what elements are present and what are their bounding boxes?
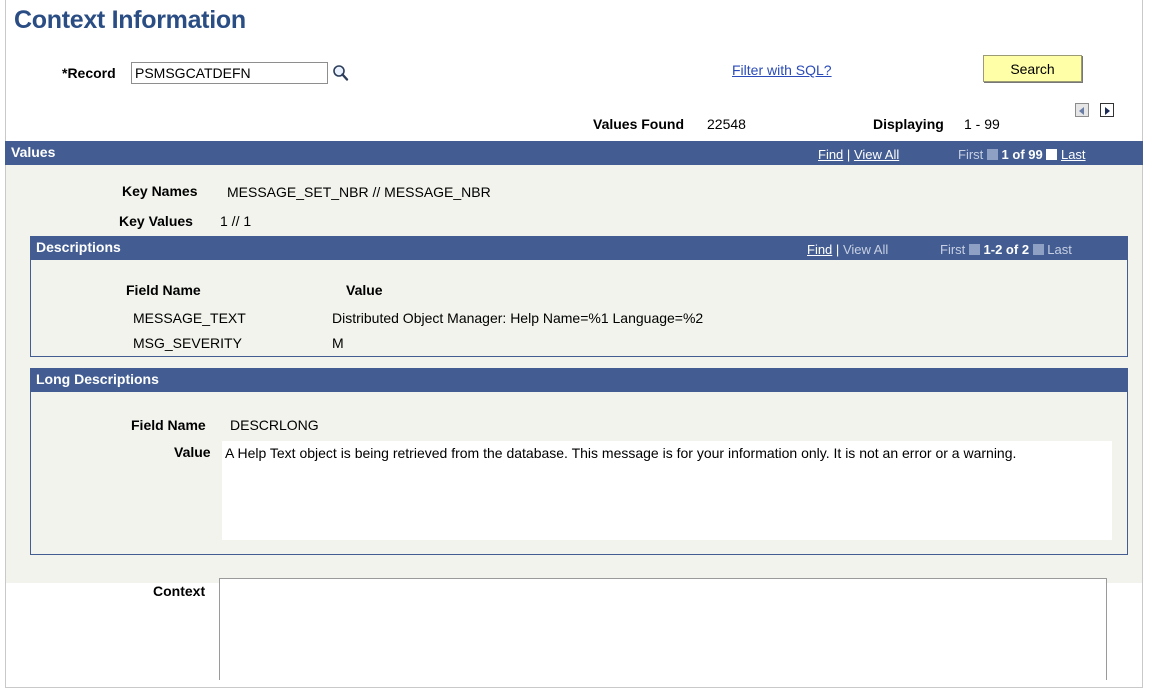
descriptions-row-2-value: M [332,335,344,351]
values-title: Values [11,144,56,160]
long-field-name-value: DESCRLONG [230,417,319,433]
descriptions-row-1-value: Distributed Object Manager: Help Name=%1… [332,310,704,326]
record-label: *Record [62,65,116,81]
filter-with-sql-link[interactable]: Filter with SQL? [732,62,832,78]
descriptions-page-count: 1-2 of 2 [983,242,1030,257]
descriptions-col-field: Field Name [126,282,201,298]
context-label: Context [153,583,206,599]
descriptions-separator: | [835,242,840,257]
values-page-count: 1 of 99 [1001,147,1043,162]
magnifier-icon[interactable] [332,63,350,83]
long-descriptions-header: Long Descriptions [30,368,1128,392]
long-descriptions-title: Long Descriptions [36,371,159,387]
descriptions-find-link[interactable]: Find [807,242,832,257]
key-names-label: Key Names [122,183,198,199]
descriptions-view-all: View All [842,242,889,257]
record-input[interactable] [131,62,328,84]
long-field-name-label: Field Name [131,417,206,433]
descriptions-header: Descriptions Find | View All First 1-2 o… [30,236,1128,260]
values-last-link[interactable]: Last [1061,147,1086,162]
displaying-range: 1 - 99 [964,116,1000,132]
values-first-label: First [958,147,984,162]
left-arrow-icon[interactable] [1075,103,1089,117]
descriptions-next-arrow-icon [1032,244,1044,255]
descriptions-first-arrow-icon [968,244,980,255]
displaying-label: Displaying [873,116,944,132]
values-first-arrow-icon [986,149,998,160]
values-separator: | [846,147,851,162]
descriptions-row-1-field: MESSAGE_TEXT [133,310,246,326]
page-title: Context Information [14,6,246,34]
descriptions-row-2-field: MSG_SEVERITY [133,335,242,351]
search-button[interactable]: Search [983,55,1082,82]
right-arrow-icon[interactable] [1100,103,1114,117]
values-find-link[interactable]: Find [818,147,843,162]
values-view-all-link[interactable]: View All [854,147,899,162]
values-found-count: 22548 [707,116,746,132]
key-values-value: 1 // 1 [220,213,252,229]
values-found-label: Values Found [593,116,685,132]
descriptions-first-label: First [940,242,966,257]
context-textarea[interactable] [219,578,1107,680]
values-next-arrow-icon[interactable] [1046,149,1058,160]
key-values-label: Key Values [119,213,193,229]
key-names-value: MESSAGE_SET_NBR // MESSAGE_NBR [227,184,491,200]
descriptions-last-label: Last [1047,242,1072,257]
long-value-textarea[interactable]: A Help Text object is being retrieved fr… [222,441,1112,540]
values-header: Values Find | View All First 1 of 99 Las… [5,141,1143,165]
descriptions-col-value: Value [346,282,383,298]
descriptions-title: Descriptions [36,239,121,255]
long-value-label: Value [174,444,211,460]
